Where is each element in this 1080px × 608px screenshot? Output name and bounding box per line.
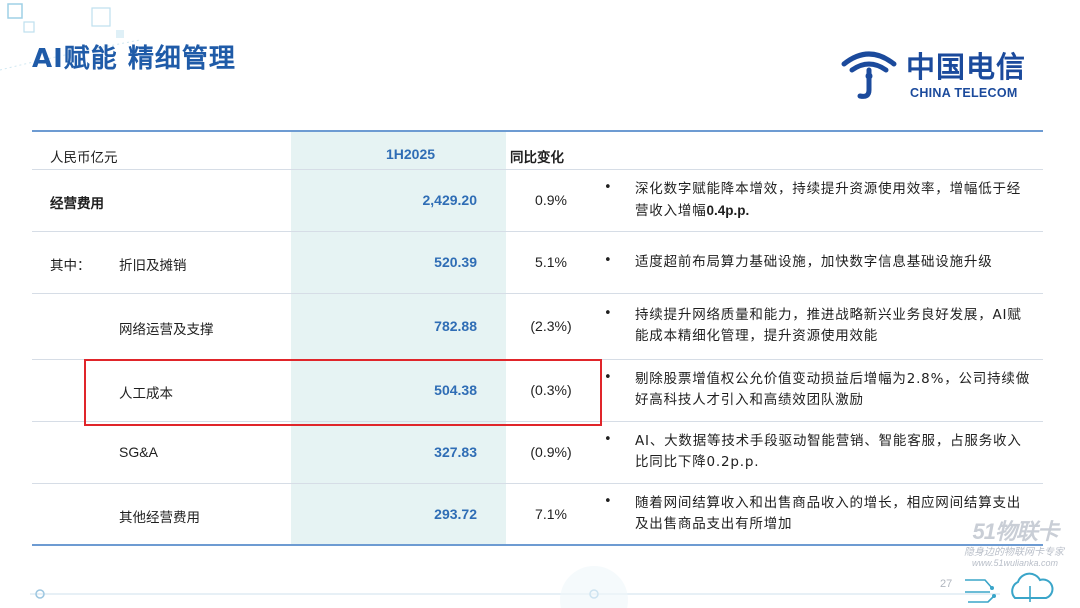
table-header-row: 人民币亿元 1H2025 同比变化 [32, 132, 1043, 170]
table-row: 其他经营费用 293.72 7.1% • 随着网间结算收入和出售商品收入的增长，… [32, 484, 1043, 544]
logo-chinese-name: 中国电信 [906, 50, 1027, 84]
table-row: 经营费用 2,429.20 0.9% • 深化数字赋能降本增效，持续提升资源使用… [32, 170, 1043, 232]
row-comment: 深化数字赋能降本增效，持续提升资源使用效率，增幅低于经营收入增幅0.4p.p. [635, 181, 1022, 219]
header-yoy: 同比变化 [510, 150, 564, 166]
table-row: SG&A 327.83 (0.9%) • AI、大数据等技术手段驱动智能营销、智… [32, 422, 1043, 484]
table-bottom-rule [32, 544, 1043, 546]
row-yoy: 5.1% [535, 254, 567, 270]
header-period: 1H2025 [386, 146, 436, 162]
row-bullet: • [604, 306, 612, 321]
row-comment: 适度超前布局算力基础设施，加快数字信息基础设施升级 [635, 254, 993, 270]
row-label: 网络运营及支撑 [119, 322, 214, 338]
highlight-box [84, 359, 602, 426]
row-value: 327.83 [434, 444, 477, 460]
row-comment: 持续提升网络质量和能力，推进战略新兴业务良好发展，AI赋能成本精细化管理，提升资… [635, 307, 1022, 344]
row-label: 折旧及摊销 [119, 258, 187, 274]
logo-english-name: CHINA TELECOM [910, 86, 1018, 100]
expense-table: 人民币亿元 1H2025 同比变化 经营费用 2,429.20 0.9% • 深… [32, 130, 1043, 546]
watermark-slogan: 隐身边的物联网卡专家 [964, 547, 1064, 558]
row-value: 520.39 [434, 254, 477, 270]
watermark: 51物联卡 隐身边的物联网卡专家 www.51wulianka.com [938, 500, 1078, 570]
page-number: 27 [940, 578, 953, 590]
watermark-url: www.51wulianka.com [971, 558, 1058, 568]
telecom-emblem-icon [841, 51, 897, 99]
row-value: 782.88 [434, 318, 477, 334]
row-label: SG&A [119, 444, 158, 460]
row-yoy: 0.9% [535, 192, 567, 208]
row-bullet: • [604, 180, 612, 195]
row-label: 其他经营费用 [119, 510, 200, 526]
bottom-decoration [30, 566, 1054, 608]
header-unit-label: 人民币亿元 [50, 150, 118, 166]
row-yoy: (2.3%) [530, 318, 572, 334]
row-value: 2,429.20 [422, 192, 478, 208]
row-bullet: • [604, 494, 612, 509]
row-bullet: • [604, 370, 612, 385]
row-label: 经营费用 [50, 196, 104, 212]
table-row: 其中： 折旧及摊销 520.39 5.1% • 适度超前布局算力基础设施，加快数… [32, 232, 1043, 294]
row-comment: 剔除股票增值权公允价值变动损益后增幅为2.8%，公司持续做好高科技人才引入和高绩… [635, 371, 1030, 408]
row-value: 293.72 [434, 506, 477, 522]
row-yoy: 7.1% [535, 506, 567, 522]
row-yoy: (0.9%) [530, 444, 572, 460]
watermark-brand: 51物联卡 [972, 519, 1059, 544]
row-bullet: • [604, 432, 612, 447]
row-bullet: • [604, 253, 612, 268]
table-row: 网络运营及支撑 782.88 (2.3%) • 持续提升网络质量和能力，推进战略… [32, 294, 1043, 360]
row-prefix: 其中： [50, 258, 91, 274]
row-comment: AI、大数据等技术手段驱动智能营销、智能客服，占服务收入比同比下降0.2p.p. [635, 433, 1022, 470]
china-telecom-logo: 中国电信 CHINA TELECOM [838, 40, 1048, 104]
page-title: AI赋能 精细管理 [32, 44, 236, 74]
